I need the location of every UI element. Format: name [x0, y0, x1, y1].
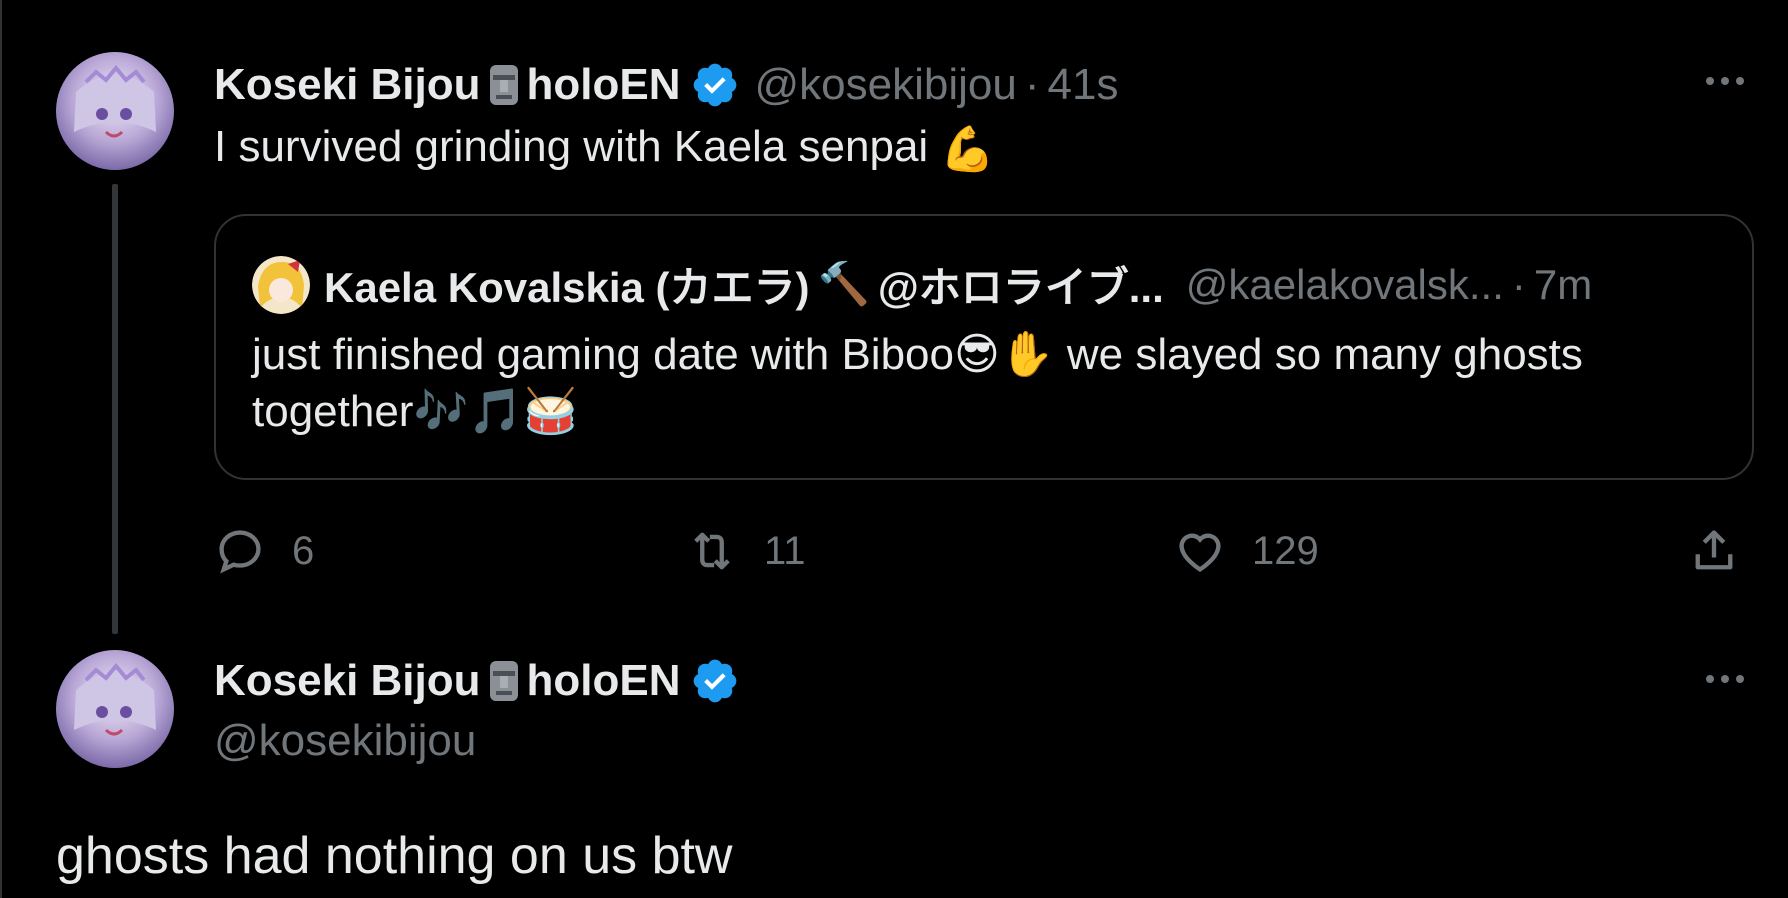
author-suffix: holoEN: [526, 60, 681, 109]
hammer-icon: 🔨: [817, 260, 870, 307]
tweet-header: Koseki Bijou holoEN: [214, 656, 740, 706]
reply-count: 6: [292, 528, 315, 573]
author-suffix: holoEN: [526, 656, 681, 705]
share-icon: [1695, 530, 1733, 570]
retweet-icon: [694, 532, 730, 570]
quoted-avatar-image: [252, 255, 310, 314]
moai-icon: [489, 661, 518, 701]
retweet-button[interactable]: 11: [686, 525, 806, 577]
tweet-time[interactable]: 41s: [1048, 63, 1119, 107]
avatar: [252, 255, 310, 314]
quoted-author-handle: @kaelakovalsk...: [1185, 260, 1504, 308]
moai-icon: [489, 65, 518, 105]
verified-badge-icon[interactable]: [690, 656, 740, 706]
more-options-icon[interactable]: [1706, 74, 1754, 88]
author-handle[interactable]: @kosekibijou: [214, 716, 476, 766]
verified-badge-icon[interactable]: [690, 60, 740, 110]
avatar-image: [56, 650, 174, 768]
avatar-image: [56, 52, 174, 170]
like-count: 129: [1252, 528, 1319, 573]
quoted-author-name: Kaela Kovalskia (カエラ): [324, 264, 810, 311]
reply-icon: [219, 530, 261, 574]
author-name[interactable]: Koseki Bijou: [214, 63, 481, 107]
dot-separator: ·: [1511, 260, 1526, 308]
quoted-author-suffix: @ホロライブ...: [877, 264, 1164, 311]
quoted-tweet-header: Kaela Kovalskia (カエラ) 🔨 @ホロライブ... @kaela…: [252, 254, 1592, 315]
author-name[interactable]: Koseki Bijou: [214, 659, 481, 703]
tweet-text: ghosts had nothing on us btw: [56, 827, 733, 885]
share-button[interactable]: [1688, 525, 1766, 577]
tweet-body: I survived grinding with Kaela senpai: [214, 122, 929, 171]
tweet-text: I survived grinding with Kaela senpai 💪: [214, 118, 995, 178]
quoted-tweet-card[interactable]: Kaela Kovalskia (カエラ) 🔨 @ホロライブ... @kaela…: [214, 214, 1754, 480]
author-handle[interactable]: @kosekibijou: [754, 63, 1016, 107]
quoted-tweet-time: 7m: [1533, 260, 1593, 308]
quoted-tweet-text: just finished gaming date with Biboo😎✋ w…: [252, 326, 1732, 440]
flexed-biceps-emoji: 💪: [940, 124, 996, 174]
retweet-count: 11: [764, 528, 806, 573]
dot-separator: ·: [1024, 60, 1040, 109]
thread-connector-line: [112, 184, 118, 634]
heart-icon: [1179, 533, 1221, 572]
tweet-header: Koseki Bijou holoEN @kosekibijou · 41s: [214, 60, 1118, 110]
quoted-text-line: just finished gaming date with Biboo😎✋ w…: [252, 330, 1583, 379]
like-button[interactable]: 129: [1174, 525, 1319, 577]
more-options-icon[interactable]: [1706, 672, 1754, 686]
avatar[interactable]: [56, 650, 174, 768]
tweet-thread: Koseki Bijou holoEN @kosekibijou · 41s I…: [0, 0, 1788, 898]
quoted-text-line: together🎶🎵🥁: [252, 387, 578, 437]
reply-button[interactable]: 6: [214, 525, 314, 577]
avatar[interactable]: [56, 52, 174, 170]
